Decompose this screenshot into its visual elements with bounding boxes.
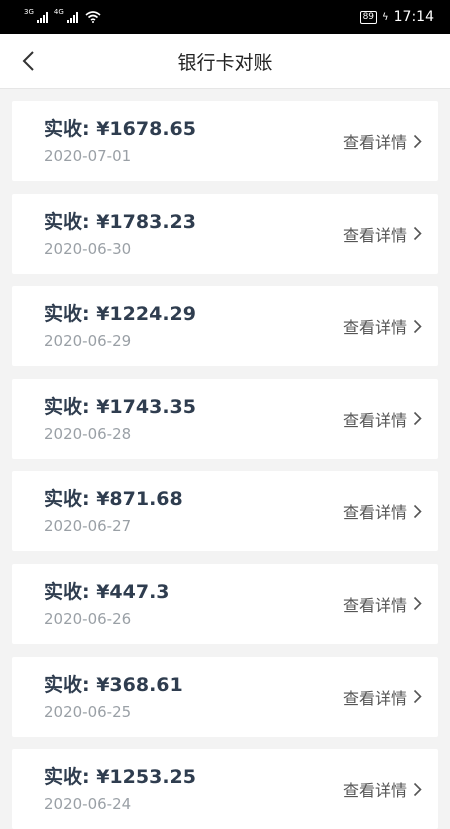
list-item[interactable]: 实收: ¥871.68 2020-06-27 查看详情 — [12, 471, 438, 552]
view-detail-button[interactable]: 查看详情 — [343, 592, 422, 616]
network-type-2: 4G — [53, 7, 64, 16]
signal-area: 3G 4G — [24, 7, 101, 23]
nav-header: 银行卡对账 — [0, 34, 450, 89]
amount-label: 实收: ¥1743.35 — [44, 395, 196, 418]
chevron-right-icon — [413, 412, 422, 426]
record-date: 2020-06-27 — [44, 517, 132, 536]
record-date: 2020-06-26 — [44, 609, 132, 628]
record-date: 2020-06-25 — [44, 702, 132, 721]
view-detail-label: 查看详情 — [342, 595, 407, 615]
amount-label: 实收: ¥1678.65 — [44, 118, 196, 140]
status-right: 89 ϟ 17:14 — [359, 9, 434, 25]
signal-bars-icon — [66, 11, 78, 23]
chevron-right-icon — [413, 504, 422, 518]
wifi-icon — [85, 11, 101, 23]
record-date: 2020-06-30 — [44, 239, 132, 258]
view-detail-button[interactable]: 查看详情 — [343, 129, 422, 153]
view-detail-label: 查看详情 — [342, 503, 407, 523]
view-detail-button[interactable]: 查看详情 — [343, 222, 422, 246]
chevron-right-icon — [413, 782, 422, 796]
amount-label: 实收: ¥1253.25 — [44, 766, 196, 789]
view-detail-label: 查看详情 — [342, 225, 407, 245]
record-info: 实收: ¥1253.25 2020-06-24 — [12, 765, 196, 813]
record-date: 2020-06-29 — [44, 332, 132, 351]
view-detail-button[interactable]: 查看详情 — [343, 777, 422, 801]
record-info: 实收: ¥871.68 2020-06-27 — [12, 487, 183, 535]
network-type-1: 3G — [24, 7, 34, 16]
chevron-right-icon — [413, 227, 422, 241]
record-info: 实收: ¥447.3 2020-06-26 — [12, 580, 170, 628]
chevron-right-icon — [413, 319, 422, 333]
list-item[interactable]: 实收: ¥447.3 2020-06-26 查看详情 — [12, 563, 438, 644]
list-item[interactable]: 实收: ¥1678.65 2020-07-01 查看详情 — [12, 101, 438, 181]
battery-icon: 89 — [359, 10, 378, 24]
chevron-right-icon — [413, 689, 422, 704]
clock: 17:14 — [393, 9, 434, 25]
chevron-right-icon — [413, 597, 422, 611]
view-detail-label: 查看详情 — [342, 318, 407, 338]
back-button[interactable] — [10, 42, 46, 80]
view-detail-label: 查看详情 — [342, 688, 407, 708]
view-detail-label: 查看详情 — [342, 781, 407, 801]
record-date: 2020-07-01 — [44, 147, 132, 165]
record-info: 实收: ¥1224.29 2020-06-29 — [12, 302, 196, 350]
view-detail-label: 查看详情 — [342, 133, 407, 152]
amount-label: 实收: ¥447.3 — [44, 580, 170, 603]
record-info: 实收: ¥1783.23 2020-06-30 — [12, 210, 196, 258]
record-date: 2020-06-24 — [44, 795, 132, 814]
list-item[interactable]: 实收: ¥1253.25 2020-06-24 查看详情 — [12, 749, 438, 829]
signal-bars-icon — [36, 11, 48, 23]
view-detail-button[interactable]: 查看详情 — [343, 685, 422, 709]
status-bar: 3G 4G 89 ϟ 17:14 — [0, 0, 450, 34]
view-detail-button[interactable]: 查看详情 — [343, 407, 422, 431]
view-detail-button[interactable]: 查看详情 — [343, 499, 422, 523]
view-detail-button[interactable]: 查看详情 — [343, 314, 422, 338]
record-date: 2020-06-28 — [44, 424, 132, 443]
list-item[interactable]: 实收: ¥1224.29 2020-06-29 查看详情 — [12, 286, 438, 367]
chevron-right-icon — [413, 134, 422, 148]
record-info: 实收: ¥1743.35 2020-06-28 — [12, 395, 196, 443]
record-list: 实收: ¥1678.65 2020-07-01 查看详情 实收: ¥1783.2… — [0, 89, 450, 829]
amount-label: 实收: ¥368.61 — [44, 673, 183, 696]
list-item[interactable]: 实收: ¥1783.23 2020-06-30 查看详情 — [12, 193, 438, 274]
amount-label: 实收: ¥1783.23 — [44, 210, 196, 233]
charging-icon: ϟ — [382, 11, 389, 23]
page-title: 银行卡对账 — [177, 51, 273, 74]
view-detail-label: 查看详情 — [342, 410, 407, 430]
record-info: 实收: ¥368.61 2020-06-25 — [12, 673, 183, 721]
list-item[interactable]: 实收: ¥368.61 2020-06-25 查看详情 — [12, 656, 438, 737]
amount-label: 实收: ¥871.68 — [44, 488, 183, 511]
record-info: 实收: ¥1678.65 2020-07-01 — [12, 117, 196, 165]
list-item[interactable]: 实收: ¥1743.35 2020-06-28 查看详情 — [12, 378, 438, 459]
amount-label: 实收: ¥1224.29 — [44, 303, 196, 326]
chevron-left-icon — [22, 51, 34, 71]
